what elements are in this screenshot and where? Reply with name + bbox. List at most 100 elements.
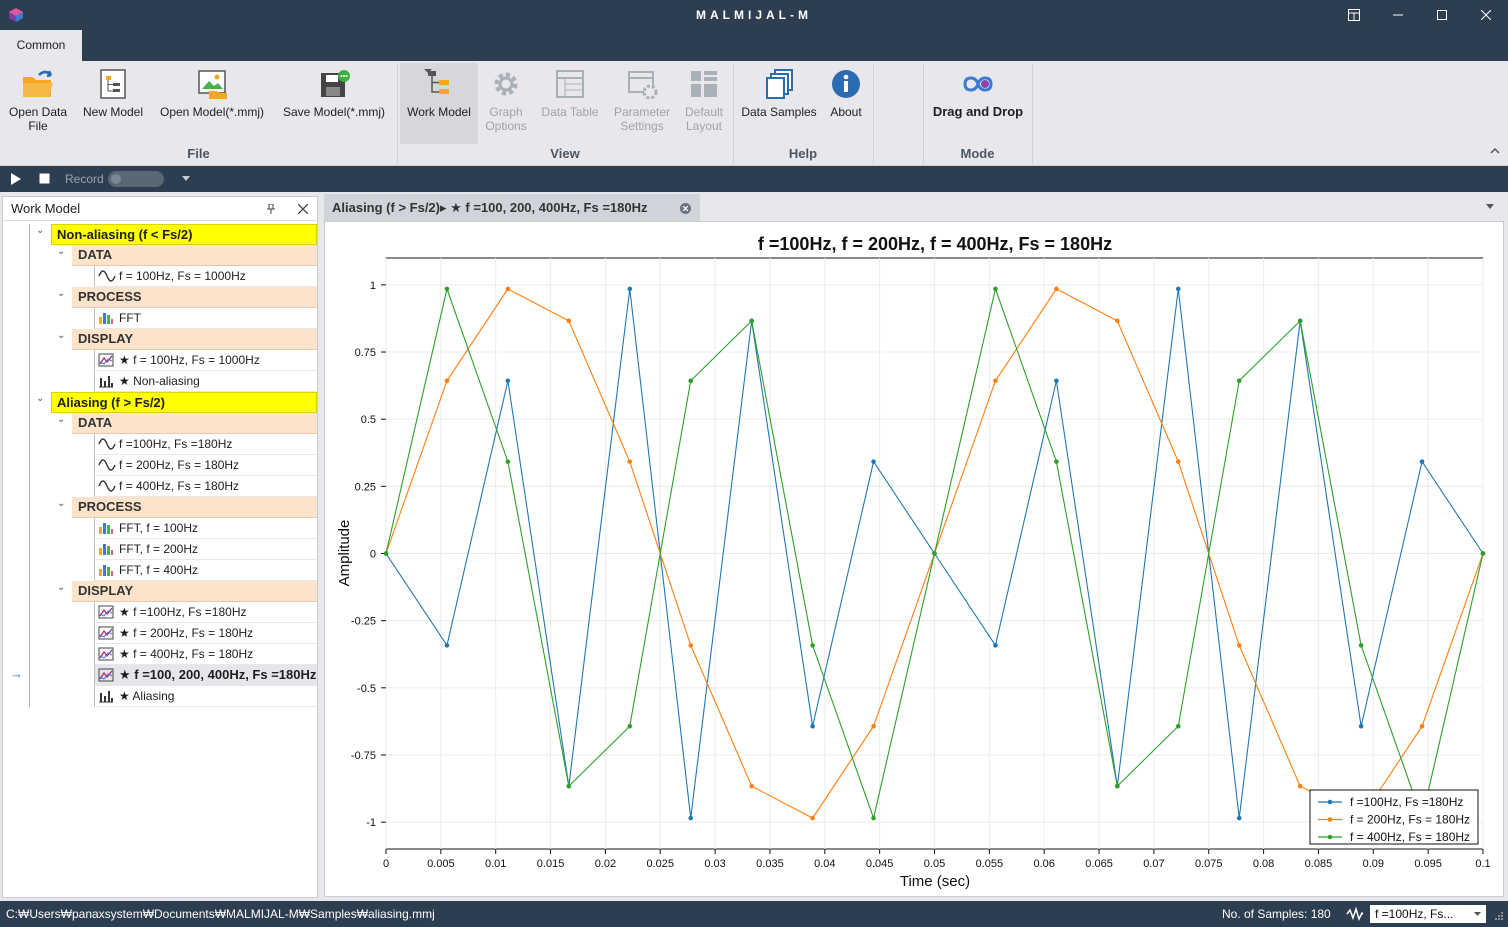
- ribbon-group-view: View: [550, 146, 580, 161]
- resize-grip-icon[interactable]: [1494, 911, 1504, 921]
- data-point: [993, 378, 998, 384]
- tree-section[interactable]: DISPLAY: [72, 581, 317, 602]
- work-model-button[interactable]: Work Model: [400, 63, 478, 144]
- legend-marker: [1327, 799, 1333, 805]
- x-tick-label: 0.09: [1363, 858, 1384, 870]
- tree-leaf[interactable]: ★ Non-aliasing: [94, 371, 317, 392]
- document-tab[interactable]: Aliasing (f > Fs/2)▸ ★ f =100, 200, 400H…: [324, 194, 700, 221]
- data-point: [1419, 723, 1425, 729]
- data-point: [871, 459, 876, 464]
- collapse-chevron-icon[interactable]: ⌄: [36, 225, 44, 236]
- window-title: MALMIJAL-M: [696, 8, 812, 22]
- x-tick-label: 0.06: [1033, 858, 1054, 870]
- bar-chart-icon: [99, 544, 113, 555]
- data-point: [444, 643, 450, 648]
- tree-leaf-label: ★ Aliasing: [119, 689, 175, 703]
- tree-leaf[interactable]: FFT, f = 100Hz: [94, 518, 317, 539]
- stop-icon[interactable]: [39, 173, 50, 184]
- tab-common[interactable]: Common: [0, 30, 82, 61]
- histogram-icon: [99, 376, 113, 388]
- collapse-chevron-icon[interactable]: ⌄: [57, 288, 65, 299]
- minimize-button[interactable]: [1376, 0, 1420, 30]
- close-button[interactable]: [1464, 0, 1508, 30]
- tree-leaf[interactable]: f = 100Hz, Fs = 1000Hz: [94, 266, 317, 287]
- pin-icon[interactable]: [266, 204, 276, 214]
- tab-list-dropdown-icon[interactable]: [1486, 204, 1494, 210]
- tree-leaf[interactable]: FFT, f = 400Hz: [94, 560, 317, 581]
- close-tab-icon[interactable]: [680, 203, 691, 214]
- data-point: [1236, 643, 1242, 648]
- tree-section[interactable]: DATA: [72, 245, 317, 266]
- data-point: [749, 318, 754, 324]
- tree-section[interactable]: DISPLAY: [72, 329, 317, 350]
- line-chart-icon: [98, 626, 114, 640]
- tree-group-0[interactable]: Non-aliasing (f < Fs/2): [51, 224, 317, 245]
- tree-section[interactable]: PROCESS: [72, 287, 317, 308]
- tree-leaf[interactable]: f = 200Hz, Fs = 180Hz: [94, 455, 317, 476]
- x-tick-label: 0.095: [1414, 858, 1442, 870]
- collapse-chevron-icon[interactable]: ⌄: [57, 414, 65, 425]
- data-point: [1358, 723, 1364, 729]
- line-chart[interactable]: f =100Hz, f = 200Hz, f = 400Hz, Fs = 180…: [325, 222, 1503, 896]
- data-table-button[interactable]: Data Table: [536, 61, 604, 141]
- tree-leaf[interactable]: FFT, f = 200Hz: [94, 539, 317, 560]
- collapse-chevron-icon[interactable]: ⌄: [57, 246, 65, 257]
- dropdown-arrow-icon[interactable]: [182, 176, 190, 182]
- x-tick-label: 0.1: [1475, 858, 1490, 870]
- maximize-icon: [1437, 10, 1447, 20]
- parameter-settings-button[interactable]: Parameter Settings: [608, 61, 676, 141]
- data-point: [1297, 318, 1303, 324]
- collapse-chevron-icon[interactable]: ⌄: [57, 582, 65, 593]
- data-samples-button[interactable]: Data Samples: [738, 61, 820, 141]
- collapse-chevron-icon[interactable]: ⌄: [36, 393, 44, 404]
- tree-leaf[interactable]: ★ f = 400Hz, Fs = 180Hz: [94, 644, 317, 665]
- maximize-button[interactable]: [1420, 0, 1464, 30]
- play-icon[interactable]: [10, 173, 22, 185]
- about-button[interactable]: About: [822, 61, 870, 141]
- default-layout-button[interactable]: Default Layout: [678, 61, 730, 141]
- tree-leaf[interactable]: ★ f = 100Hz, Fs = 1000Hz: [94, 350, 317, 371]
- data-point: [627, 286, 633, 292]
- new-model-button[interactable]: New Model: [78, 61, 148, 141]
- x-tick-label: 0.035: [756, 858, 784, 870]
- collapse-ribbon-icon[interactable]: [1490, 147, 1500, 155]
- tree-section[interactable]: PROCESS: [72, 497, 317, 518]
- open-model-icon: [198, 70, 227, 99]
- tree-leaf[interactable]: ★ f =100Hz, Fs =180Hz: [94, 602, 317, 623]
- tree-leaf[interactable]: f = 400Hz, Fs = 180Hz: [94, 476, 317, 497]
- series-select[interactable]: f =100Hz, Fs...: [1370, 905, 1486, 923]
- panel-header: Work Model: [3, 197, 317, 221]
- tree-leaf-label: ★ f =100, 200, 400Hz, Fs =180Hz: [119, 667, 317, 682]
- data-point: [1115, 783, 1120, 789]
- tree-leaf[interactable]: f =100Hz, Fs =180Hz: [94, 434, 317, 455]
- tree-leaf-label: FFT: [119, 311, 141, 325]
- restore-layout-button[interactable]: [1332, 0, 1376, 30]
- tree-leaf[interactable]: FFT: [94, 308, 317, 329]
- close-panel-icon[interactable]: [298, 204, 308, 214]
- x-tick-label: 0: [383, 858, 389, 870]
- tree-leaf[interactable]: ★ f = 200Hz, Fs = 180Hz: [94, 623, 317, 644]
- data-point: [566, 318, 572, 324]
- line-chart-icon: [98, 353, 114, 367]
- tree-leaf[interactable]: ★ f =100, 200, 400Hz, Fs =180Hz: [94, 665, 317, 686]
- y-tick-label: -0.25: [351, 616, 376, 628]
- record-toolbar: Record: [0, 166, 1508, 192]
- x-tick-label: 0.025: [646, 858, 674, 870]
- collapse-chevron-icon[interactable]: ⌄: [57, 498, 65, 509]
- save-model-button[interactable]: Save Model(*.mmj): [276, 61, 392, 141]
- x-tick-label: 0.085: [1305, 858, 1333, 870]
- data-samples-label: Data Samples: [741, 105, 817, 119]
- tree-group-1[interactable]: Aliasing (f > Fs/2): [51, 392, 317, 413]
- collapse-chevron-icon[interactable]: ⌄: [57, 330, 65, 341]
- tree-section[interactable]: DATA: [72, 413, 317, 434]
- y-tick-label: 1: [370, 280, 376, 292]
- open-data-file-button[interactable]: Open Data File: [4, 61, 72, 141]
- drag-and-drop-button[interactable]: Drag and Drop: [928, 61, 1028, 141]
- record-toggle[interactable]: [108, 171, 164, 187]
- graph-options-button[interactable]: Graph Options: [480, 61, 532, 141]
- infinity-icon: [963, 76, 993, 92]
- x-tick-label: 0.055: [976, 858, 1004, 870]
- histogram-icon: [99, 691, 113, 703]
- open-model-button[interactable]: Open Model(*.mmj): [154, 61, 270, 141]
- tree-leaf[interactable]: ★ Aliasing: [94, 686, 317, 707]
